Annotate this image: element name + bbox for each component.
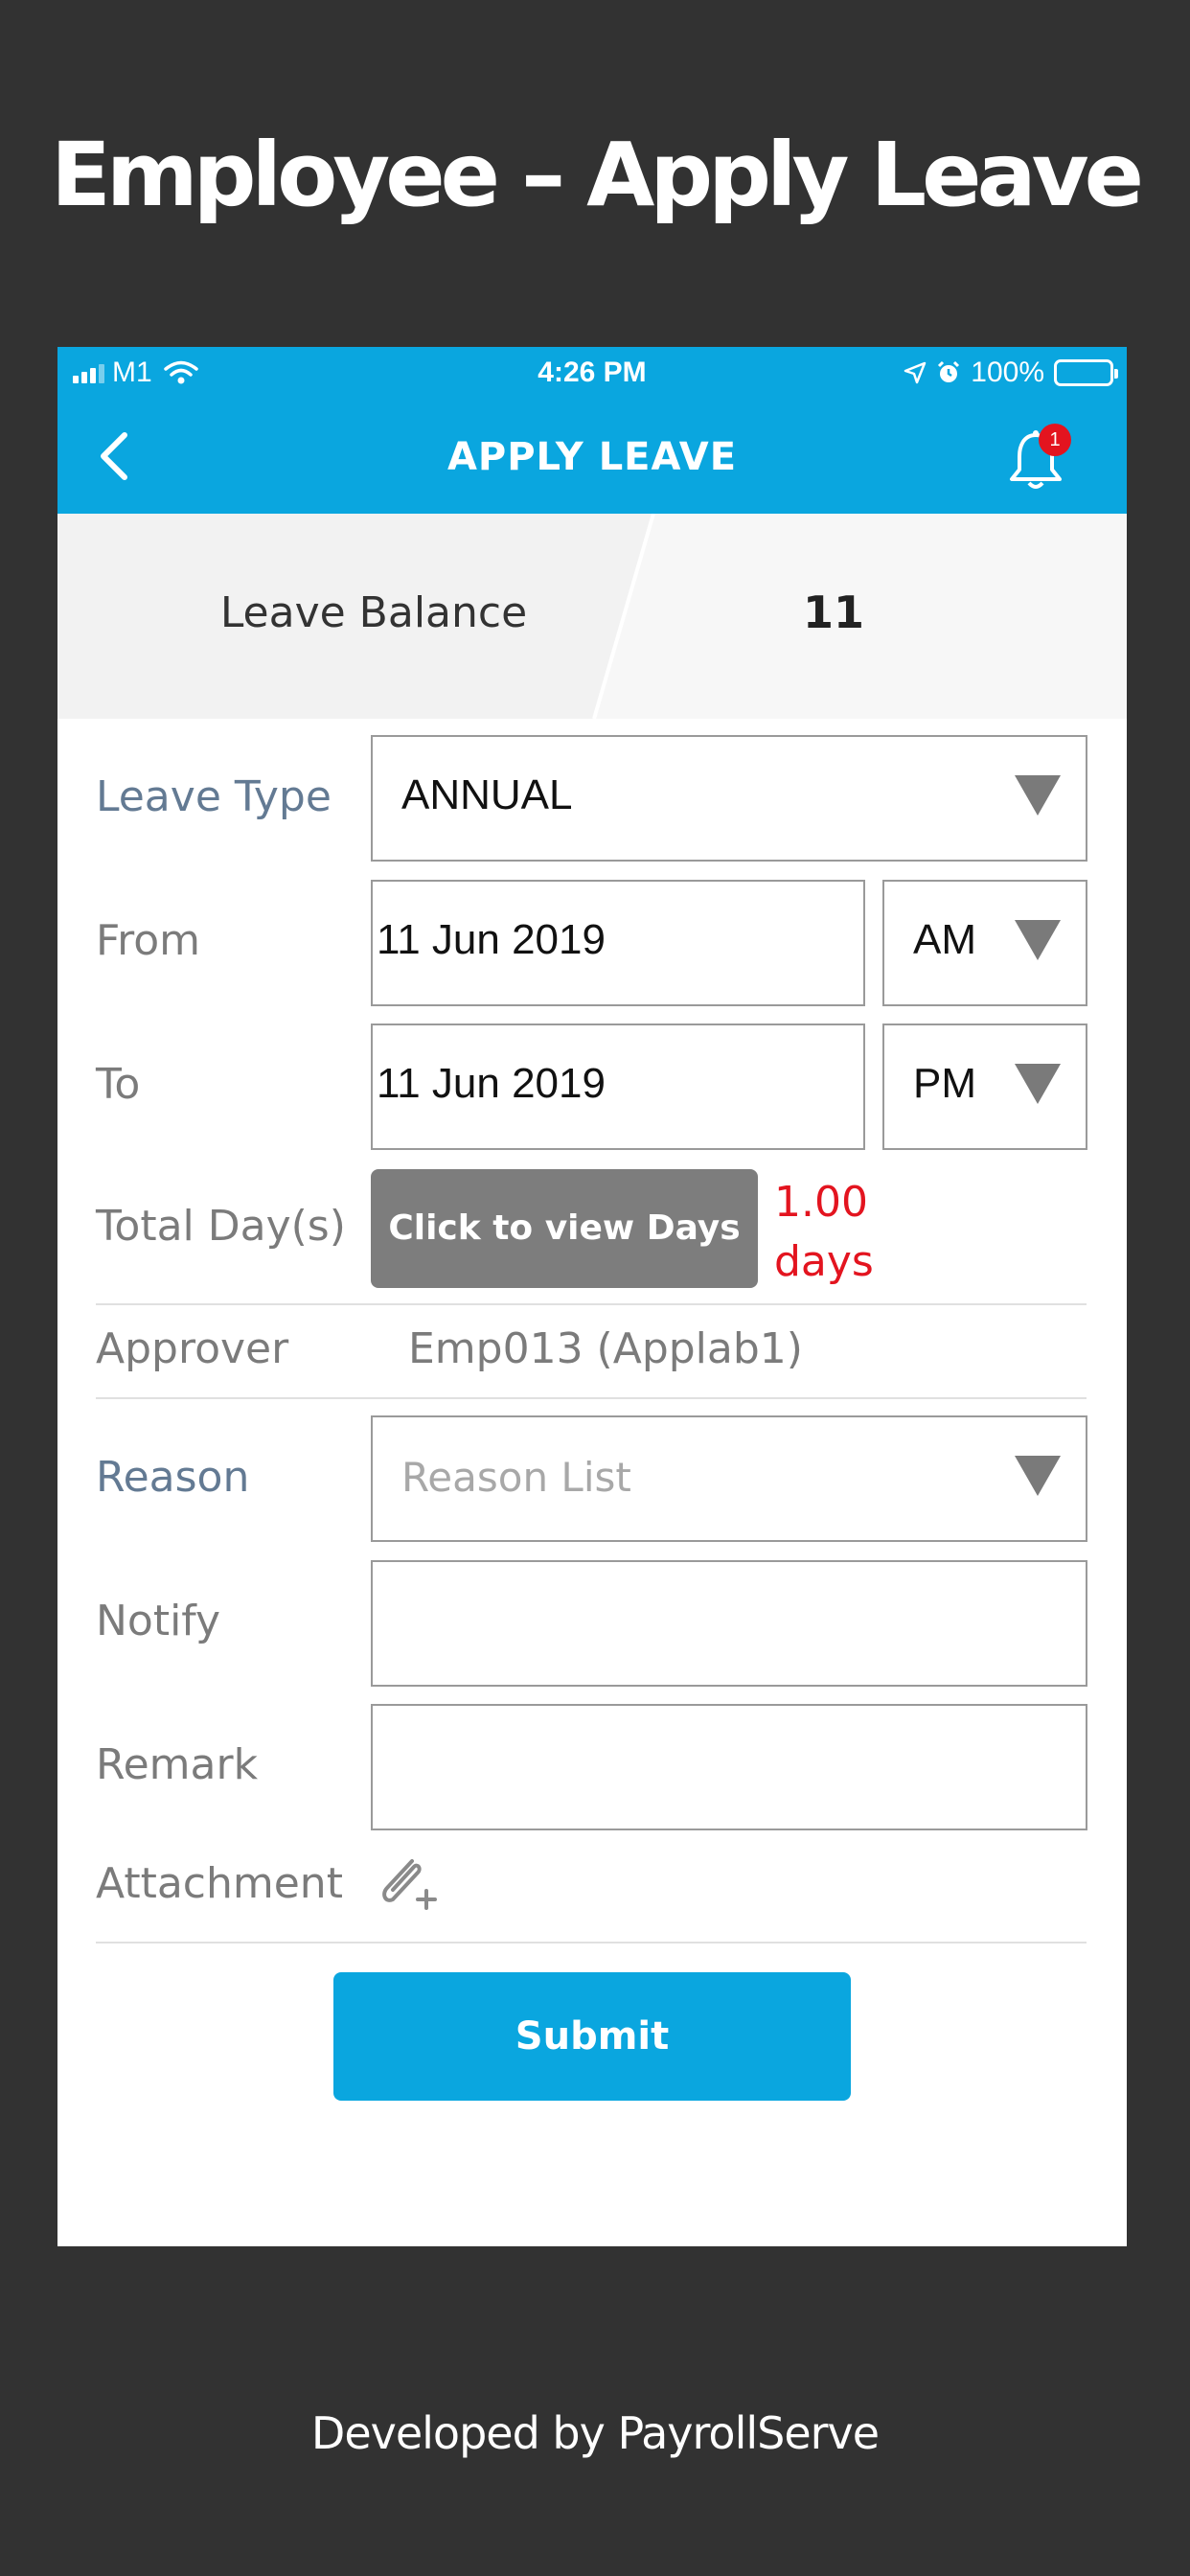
total-days-unit: days (774, 1237, 874, 1286)
leave-balance-panel: Leave Balance 11 (57, 514, 1127, 719)
notification-badge: 1 (1039, 424, 1071, 456)
status-bar: M1 4:26 PM 100% (57, 347, 1127, 399)
dropdown-caret-icon (1015, 775, 1061, 816)
dropdown-caret-icon (1015, 1456, 1061, 1496)
from-date-field[interactable]: 11 Jun 2019 (371, 880, 865, 1006)
from-session-value: AM (913, 916, 976, 963)
divider (96, 1303, 1087, 1305)
leave-balance-label: Leave Balance (219, 588, 528, 637)
approver-value: Emp013 (Applab1) (408, 1324, 803, 1373)
divider (96, 1397, 1087, 1399)
total-days-value: 1.00 days (774, 1173, 874, 1292)
notify-field[interactable] (371, 1560, 1087, 1687)
reason-placeholder: Reason List (401, 1454, 631, 1501)
from-label: From (96, 916, 201, 965)
app-header: APPLY LEAVE 1 (57, 399, 1127, 514)
dropdown-caret-icon (1015, 1064, 1061, 1104)
remark-label: Remark (96, 1740, 259, 1789)
notification-button[interactable]: 1 (1002, 424, 1071, 494)
page-title: APPLY LEAVE (446, 435, 738, 479)
to-date-value: 11 Jun 2019 (377, 1060, 606, 1107)
location-icon (904, 361, 927, 384)
approver-label: Approver (96, 1324, 289, 1373)
phone-screen: M1 4:26 PM 100% APPLY LEAVE 1 Leave Bala… (57, 347, 1127, 2246)
to-session-select[interactable]: PM (882, 1024, 1087, 1150)
battery-icon (1054, 359, 1118, 386)
leave-balance-value: 11 (802, 586, 864, 638)
total-days-number: 1.00 (774, 1178, 868, 1227)
notify-label: Notify (96, 1597, 221, 1645)
promo-title: Employee – Apply Leave (50, 124, 1144, 226)
to-label: To (96, 1060, 141, 1109)
from-session-select[interactable]: AM (882, 880, 1087, 1006)
leave-type-value: ANNUAL (401, 771, 573, 818)
leave-type-label: Leave Type (96, 772, 332, 821)
developer-credit: Developed by PayrollServe (310, 2407, 880, 2459)
reason-label: Reason (96, 1453, 250, 1502)
to-session-value: PM (913, 1060, 976, 1107)
to-date-field[interactable]: 11 Jun 2019 (371, 1024, 865, 1150)
remark-field[interactable] (371, 1704, 1087, 1830)
from-date-value: 11 Jun 2019 (377, 916, 606, 963)
dropdown-caret-icon (1015, 920, 1061, 960)
paperclip-add-icon[interactable] (374, 1850, 441, 1917)
reason-select[interactable]: Reason List (371, 1415, 1087, 1542)
submit-button[interactable]: Submit (333, 1972, 851, 2101)
alarm-icon (938, 360, 960, 382)
view-days-button[interactable]: Click to view Days (371, 1169, 758, 1288)
battery-percent: 100% (971, 356, 1044, 388)
total-days-label: Total Day(s) (96, 1202, 346, 1251)
divider (96, 1942, 1087, 1944)
attachment-label: Attachment (96, 1859, 343, 1908)
leave-type-select[interactable]: ANNUAL (371, 735, 1087, 862)
